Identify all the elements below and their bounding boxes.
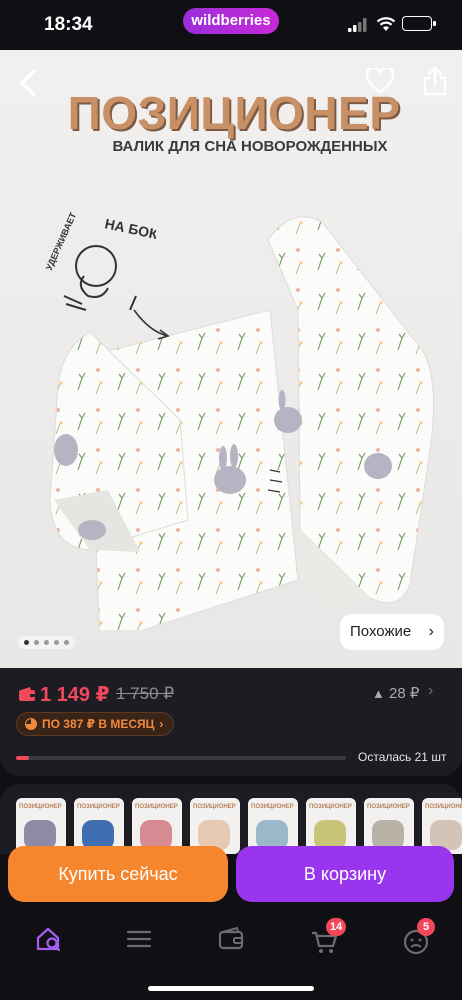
share-icon[interactable] (422, 66, 448, 96)
chevron-right-icon: › (159, 717, 164, 731)
old-price: 1 750 ₽ (116, 684, 175, 703)
rating-value: 28 ₽ (389, 685, 420, 702)
gallery-pagination (18, 636, 75, 649)
brand-pill: wildberries (183, 8, 279, 34)
similar-label: Похожие (350, 623, 412, 640)
sticker-line1: УДЕРЖИВАЕТ (44, 211, 79, 272)
thumbnail-title: ПОЗИЦИОНЕР (135, 804, 178, 810)
wifi-icon (376, 17, 396, 31)
triangle-up-icon: ▲ (372, 686, 385, 701)
pagination-dot (54, 640, 59, 645)
stock-progress-bar (16, 756, 346, 760)
pagination-dot (44, 640, 49, 645)
bottom-tab-bar: 14 5 (0, 902, 462, 1000)
tab-cart[interactable]: 14 (310, 918, 347, 960)
back-icon[interactable] (14, 66, 44, 100)
wallet-icon (218, 926, 244, 950)
arrow-decoration (133, 309, 170, 340)
chevron-right-icon[interactable]: › (428, 682, 433, 700)
battery-icon (402, 16, 436, 31)
home-search-icon (36, 927, 61, 952)
home-indicator (148, 986, 314, 991)
pagination-dot (34, 640, 39, 645)
menu-icon (126, 930, 152, 948)
thumbnail-title: ПОЗИЦИОНЕР (19, 804, 62, 810)
installment-text: ПО 387 ₽ В МЕСЯЦ (42, 717, 155, 731)
stock-left: Осталась 21 шт (358, 750, 447, 764)
pagination-dot (64, 640, 69, 645)
product-image-subtitle: ВАЛИК ДЛЯ СНА НОВОРОЖДЕННЫХ (112, 138, 388, 155)
price-rating[interactable]: ▲ 28 ₽ (372, 684, 419, 702)
status-bar: 18:34 wildberries (0, 0, 462, 50)
sticker-line2: НА БОКУ (103, 215, 156, 244)
wallet-price-icon (19, 687, 35, 701)
installment-badge[interactable]: ПО 387 ₽ В МЕСЯЦ › (16, 712, 175, 736)
similar-products-button[interactable]: Похожие › (340, 614, 444, 650)
product-image-title: ПОЗИЦИОНЕР (67, 87, 401, 139)
stock-progress-fill (16, 756, 30, 760)
tab-home[interactable] (34, 924, 70, 960)
variants-strip: ПОЗИЦИОНЕР ПОЗИЦИОНЕР ПОЗИЦИОНЕР ПОЗИЦИОНЕР… (0, 784, 462, 854)
tab-profile[interactable]: 5 (401, 918, 437, 960)
buy-now-button[interactable]: Купить сейчас (8, 846, 228, 902)
thumbnail-title: ПОЗИЦИОНЕР (425, 804, 462, 810)
thumbnail-title: ПОЗИЦИОНЕР (251, 804, 294, 810)
price-section: 1 149 ₽ 1 750 ₽ ▲ 28 ₽ › ПО 387 ₽ В МЕСЯ… (0, 668, 462, 776)
cellular-signal-icon (348, 18, 367, 32)
cart-badge: 14 (326, 918, 347, 936)
thumbnail-title: ПОЗИЦИОНЕР (367, 804, 410, 810)
pagination-dot (24, 640, 29, 645)
tab-wallet[interactable] (217, 924, 253, 960)
pie-chart-icon (25, 718, 37, 730)
chevron-right-icon: › (428, 623, 434, 640)
thumbnail-title: ПОЗИЦИОНЕР (193, 804, 236, 810)
thumbnail-title: ПОЗИЦИОНЕР (77, 804, 120, 810)
product-gallery[interactable]: ПОЗИЦИОНЕР ВАЛИК ДЛЯ СНА НОВОРОЖДЕННЫХ У… (0, 50, 462, 668)
thumbnail-title: ПОЗИЦИОНЕР (309, 804, 352, 810)
add-to-cart-button[interactable]: В корзину (236, 846, 454, 902)
tab-catalog[interactable] (125, 924, 161, 960)
profile-badge: 5 (417, 918, 435, 936)
current-price: 1 149 ₽ (40, 684, 110, 706)
status-time: 18:34 (44, 14, 93, 35)
